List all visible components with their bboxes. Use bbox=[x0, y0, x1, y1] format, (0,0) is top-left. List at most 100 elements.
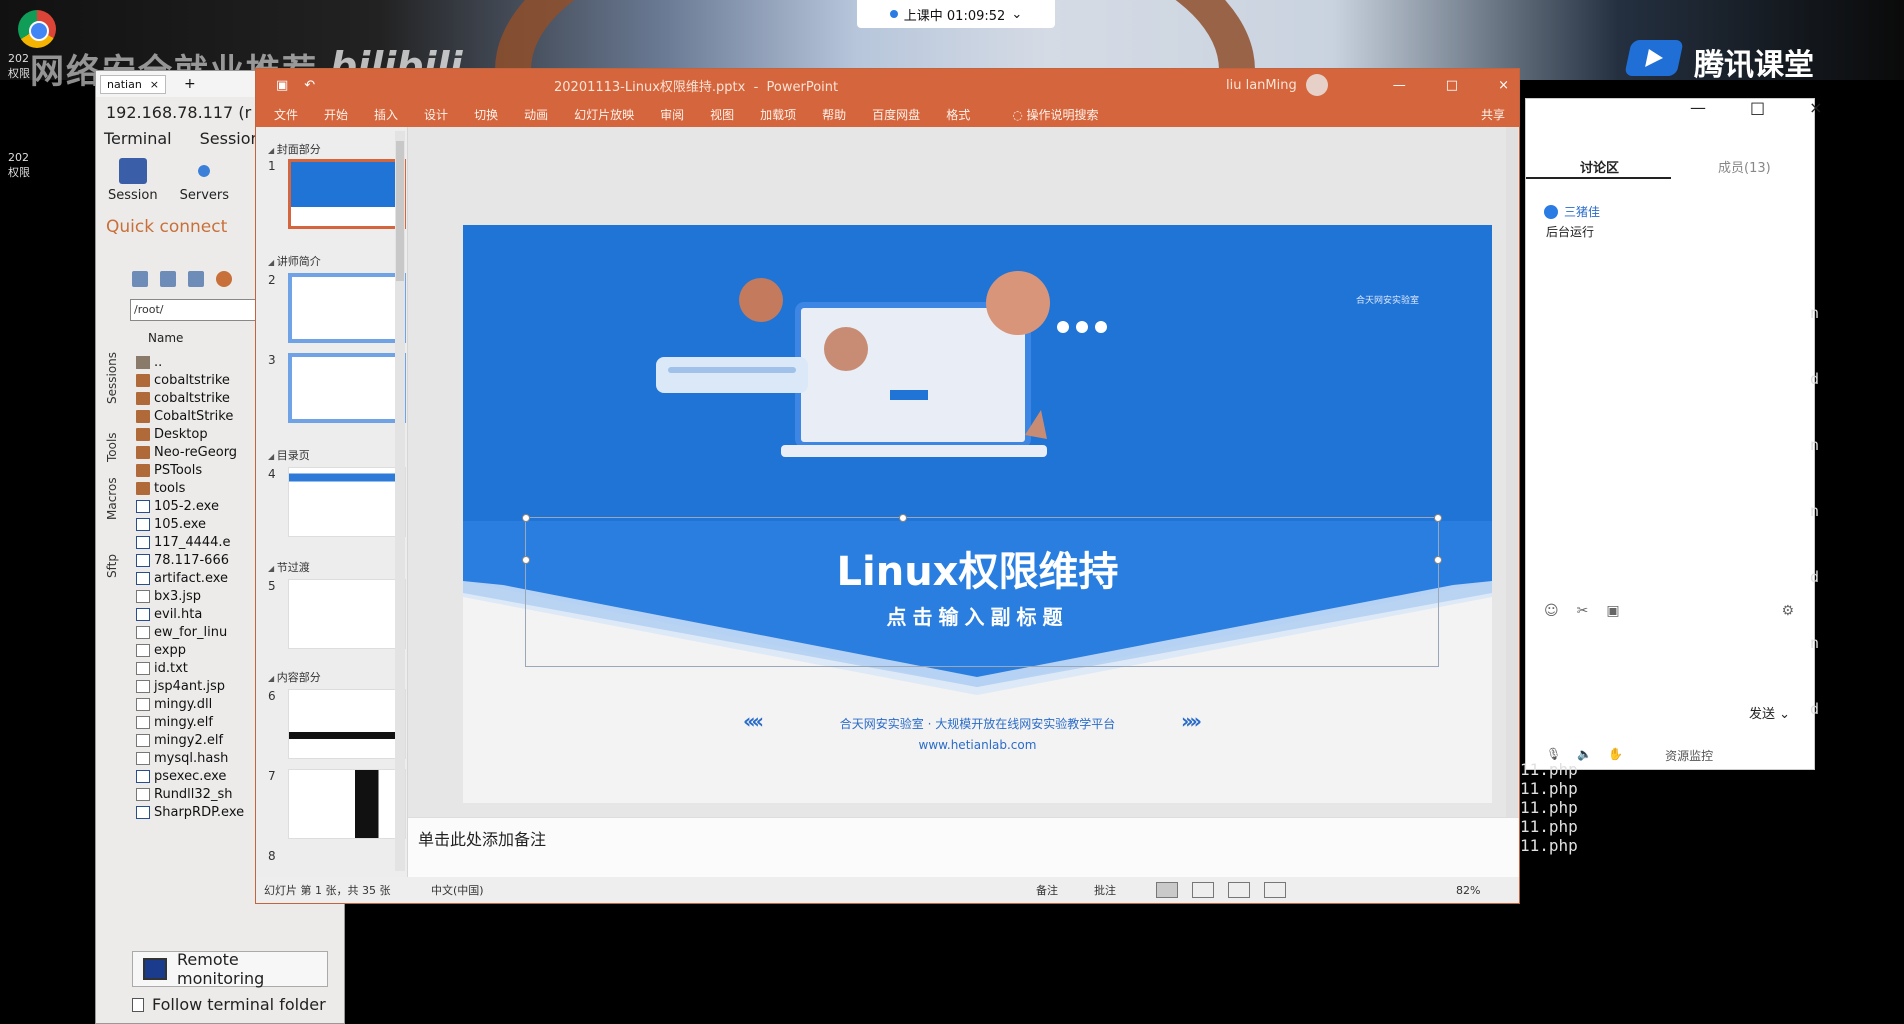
menu-terminal[interactable]: Terminal bbox=[104, 129, 172, 148]
file-name: .. bbox=[154, 354, 163, 370]
slide-thumbnail-1[interactable] bbox=[288, 159, 406, 229]
tab-members[interactable]: 成员(13) bbox=[1718, 157, 1771, 176]
share-button[interactable]: 共享 bbox=[1481, 106, 1505, 123]
remote-monitoring-button[interactable]: Remote monitoring bbox=[132, 950, 328, 988]
laptop-screen bbox=[795, 302, 1031, 448]
resize-handle[interactable] bbox=[899, 514, 907, 522]
normal-view-icon[interactable] bbox=[1156, 882, 1178, 898]
slide-thumbnail-7[interactable] bbox=[288, 769, 406, 839]
avatar[interactable] bbox=[1306, 74, 1328, 96]
ribbon-tab[interactable]: 开始 bbox=[324, 106, 348, 123]
minimize-button[interactable]: — bbox=[1393, 78, 1406, 93]
ribbon-tab[interactable]: 切换 bbox=[474, 106, 498, 123]
ppt-user-name[interactable]: liu lanMing bbox=[1226, 78, 1297, 93]
ribbon-tab[interactable]: 文件 bbox=[274, 106, 298, 123]
sorter-view-icon[interactable] bbox=[1192, 882, 1214, 898]
image-icon[interactable]: ▣ bbox=[1606, 603, 1619, 619]
send-button[interactable]: 发送 ⌄ bbox=[1749, 703, 1790, 722]
resize-handle[interactable] bbox=[1434, 514, 1442, 522]
servers-button[interactable]: Servers bbox=[180, 158, 229, 203]
file-name: mysql.hash bbox=[154, 750, 229, 766]
zoom-level[interactable]: 82% bbox=[1456, 884, 1480, 897]
language-status[interactable]: 中文(中国) bbox=[431, 882, 484, 898]
resize-handle[interactable] bbox=[522, 514, 530, 522]
slide-canvas[interactable]: 合天网安实验室 Linux权限维持 点击输入副标题 ‹‹‹‹ 合天网安实验室 ·… bbox=[463, 225, 1492, 803]
sftp-upload-icon[interactable] bbox=[188, 271, 204, 287]
thumb-number: 8 bbox=[268, 849, 276, 863]
chat-message-author: 三猪佳 bbox=[1544, 203, 1600, 220]
chevron-down-icon[interactable]: ⌄ bbox=[1779, 707, 1790, 722]
ppt-window-controls: — □ × bbox=[1393, 78, 1509, 93]
column-name-header[interactable]: Name bbox=[148, 331, 183, 345]
slide-thumbnail-6[interactable] bbox=[288, 689, 406, 759]
ribbon-tab[interactable]: 百度网盘 bbox=[872, 106, 920, 123]
ppt-search[interactable]: ◌ 操作说明搜索 bbox=[1012, 106, 1098, 123]
class-timer[interactable]: 上课中 01:09:52 ⌄ bbox=[857, 0, 1055, 28]
ribbon-tab[interactable]: 加载项 bbox=[760, 106, 796, 123]
ribbon-tab[interactable]: 视图 bbox=[710, 106, 734, 123]
file-name: cobaltstrike bbox=[154, 390, 230, 406]
ppt-filename: 20201113-Linux权限维持.pptx bbox=[554, 79, 746, 95]
section-transition[interactable]: 节过渡 bbox=[268, 559, 310, 575]
file-name: mingy.elf bbox=[154, 714, 213, 730]
add-tab-icon[interactable]: + bbox=[184, 76, 196, 92]
maximize-button[interactable]: □ bbox=[1446, 78, 1458, 93]
notes-pane[interactable]: 单击此处添加备注 bbox=[408, 817, 1519, 877]
slide-thumbnail-4[interactable] bbox=[288, 467, 406, 537]
close-button[interactable]: × bbox=[1809, 98, 1822, 117]
section-instructor[interactable]: 讲师简介 bbox=[268, 253, 321, 269]
section-toc[interactable]: 目录页 bbox=[268, 447, 310, 463]
slide-thumbnail-2[interactable] bbox=[288, 273, 406, 343]
close-button[interactable]: × bbox=[1498, 78, 1509, 93]
ribbon-tab[interactable]: 格式 bbox=[946, 106, 970, 123]
slide-title[interactable]: Linux权限维持 bbox=[463, 539, 1492, 597]
folder-icon bbox=[136, 427, 150, 441]
ribbon-tab[interactable]: 审阅 bbox=[660, 106, 684, 123]
gear-icon[interactable]: ⚙ bbox=[1781, 603, 1794, 619]
side-tab-sftp[interactable]: Sftp bbox=[105, 554, 119, 578]
scissors-icon[interactable]: ✂ bbox=[1577, 603, 1589, 619]
emoji-icon[interactable]: ☺ bbox=[1544, 603, 1559, 619]
notes-toggle[interactable]: 备注 bbox=[1036, 882, 1058, 898]
ribbon-tab[interactable]: 动画 bbox=[524, 106, 548, 123]
undo-icon[interactable]: ↶ bbox=[304, 78, 315, 93]
save-icon[interactable]: ▣ bbox=[276, 78, 288, 93]
sftp-up-icon[interactable] bbox=[132, 271, 148, 287]
folder-icon bbox=[136, 391, 150, 405]
file-name: 117_4444.e bbox=[154, 534, 231, 550]
chrome-icon[interactable] bbox=[18, 10, 56, 48]
maximize-button[interactable]: □ bbox=[1750, 98, 1765, 117]
ribbon-tab[interactable]: 插入 bbox=[374, 106, 398, 123]
ribbon-tab[interactable]: 幻灯片放映 bbox=[574, 106, 634, 123]
section-content[interactable]: 内容部分 bbox=[268, 669, 321, 685]
slide-subtitle[interactable]: 点击输入副标题 bbox=[463, 601, 1492, 630]
thumbnail-scrollbar[interactable] bbox=[395, 131, 405, 871]
section-cover[interactable]: 封面部分 bbox=[268, 141, 321, 157]
close-icon[interactable]: × bbox=[150, 78, 159, 91]
side-tab-macros[interactable]: Macros bbox=[105, 477, 119, 520]
slide-thumbnail-5[interactable] bbox=[288, 579, 406, 649]
ribbon-tab[interactable]: 帮助 bbox=[822, 106, 846, 123]
comments-toggle[interactable]: 批注 bbox=[1094, 882, 1116, 898]
file-icon bbox=[136, 661, 150, 675]
sftp-refresh-icon[interactable] bbox=[216, 271, 232, 287]
tab-discussion[interactable]: 讨论区 bbox=[1580, 157, 1619, 176]
session-button[interactable]: Session bbox=[108, 158, 158, 203]
moba-tab[interactable]: natian × bbox=[100, 74, 167, 94]
ribbon-tab[interactable]: 设计 bbox=[424, 106, 448, 123]
side-tab-sessions[interactable]: Sessions bbox=[105, 352, 119, 404]
session-label: Session bbox=[108, 188, 158, 203]
slide-thumbnail-3[interactable] bbox=[288, 353, 406, 423]
slideshow-view-icon[interactable] bbox=[1264, 882, 1286, 898]
follow-terminal-checkbox[interactable]: Follow terminal folder bbox=[132, 995, 326, 1014]
notes-placeholder: 单击此处添加备注 bbox=[418, 830, 547, 849]
checkbox-icon[interactable] bbox=[132, 997, 144, 1012]
sftp-download-icon[interactable] bbox=[160, 271, 176, 287]
side-tab-tools[interactable]: Tools bbox=[105, 432, 119, 462]
reading-view-icon[interactable] bbox=[1228, 882, 1250, 898]
slide-scrollbar[interactable] bbox=[1506, 127, 1518, 817]
terminal-line: 11.php bbox=[1520, 798, 1578, 817]
scrollbar-thumb[interactable] bbox=[396, 141, 404, 281]
ppt-search-label: 操作说明搜索 bbox=[1026, 107, 1099, 122]
minimize-button[interactable]: — bbox=[1690, 98, 1706, 117]
